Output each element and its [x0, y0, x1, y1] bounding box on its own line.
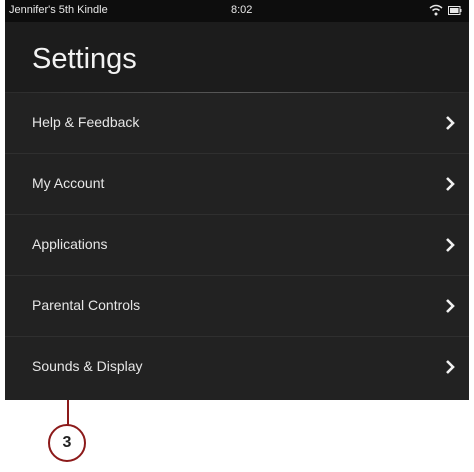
callout-pointer-line	[67, 400, 69, 426]
settings-item-parental-controls[interactable]: Parental Controls	[5, 276, 469, 337]
status-bar: Jennifer's 5th Kindle 8:02	[5, 0, 469, 22]
chevron-right-icon	[446, 177, 455, 191]
settings-header: Settings	[5, 22, 469, 92]
settings-item-my-account[interactable]: My Account	[5, 154, 469, 215]
callout-badge: 3	[48, 424, 86, 462]
wifi-icon[interactable]	[429, 4, 443, 16]
settings-item-help-feedback[interactable]: Help & Feedback	[5, 93, 469, 154]
chevron-right-icon	[446, 238, 455, 252]
settings-item-label: Parental Controls	[32, 297, 141, 313]
chevron-right-icon	[446, 360, 455, 374]
settings-item-label: My Account	[32, 175, 105, 191]
settings-item-label: Applications	[32, 236, 108, 252]
clock: 8:02	[231, 4, 253, 16]
settings-item-applications[interactable]: Applications	[5, 215, 469, 276]
device-name: Jennifer's 5th Kindle	[9, 4, 108, 16]
settings-item-label: Help & Feedback	[32, 114, 140, 130]
settings-list: Help & Feedback My Account Applications …	[5, 93, 469, 397]
settings-item-label: Sounds & Display	[32, 358, 143, 374]
kindle-screen: Jennifer's 5th Kindle 8:02 Settings Help…	[5, 0, 469, 400]
page-title: Settings	[32, 43, 137, 75]
chevron-right-icon	[446, 116, 455, 130]
settings-item-sounds-display[interactable]: Sounds & Display	[5, 337, 469, 397]
callout-number: 3	[62, 434, 72, 451]
chevron-right-icon	[446, 299, 455, 313]
battery-icon[interactable]	[448, 6, 462, 15]
